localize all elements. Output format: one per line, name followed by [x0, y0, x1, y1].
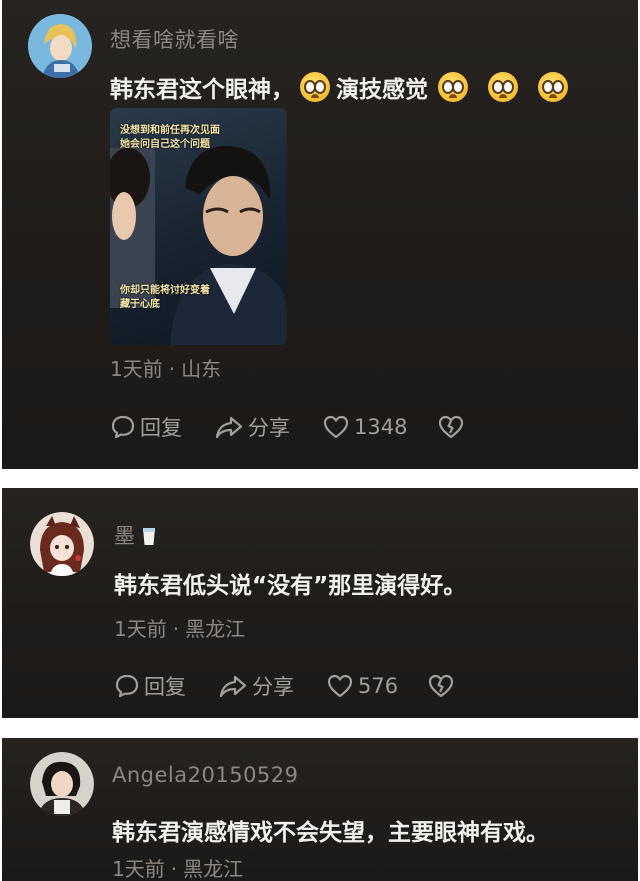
- video-subtitle-line: 藏于心底: [120, 299, 160, 310]
- share-arrow-icon: [219, 675, 247, 698]
- comment-meta: 1天前 · 山东: [110, 353, 221, 382]
- location: 黑龙江: [183, 857, 244, 881]
- avatar[interactable]: [30, 512, 94, 576]
- comment-actions: 回复 分享 1348: [2, 407, 638, 447]
- video-caption-line: 她会问自己这个问题: [120, 139, 210, 150]
- comment-actions: 回复 分享 576: [2, 666, 638, 706]
- timestamp: 1天前: [112, 857, 165, 881]
- comment-card: Angela20150529 韩东君演感情戏不会失望，主要眼神有戏。 1天前 · 黑…: [2, 738, 638, 881]
- avatar[interactable]: [28, 14, 92, 78]
- comment-text: 韩东君低头说“没有”那里演得好。: [114, 573, 467, 599]
- reply-button[interactable]: 回复: [110, 407, 182, 447]
- pleading-face-emoji-icon: [488, 72, 518, 102]
- heart-icon: [327, 674, 353, 698]
- like-button[interactable]: 576: [326, 666, 398, 706]
- video-subtitle-line: 你却只能将讨好变着: [120, 285, 210, 296]
- video-thumbnail[interactable]: 没想到和前任再次见面 她会问自己这个问题 你却只能将讨好变着 藏于心底: [110, 108, 287, 345]
- comment-text: 韩东君这个眼神， 演技感觉: [110, 70, 574, 104]
- username[interactable]: 想看啥就看啥: [110, 24, 239, 54]
- like-count: 576: [358, 674, 399, 698]
- username[interactable]: Angela20150529: [112, 763, 299, 787]
- comment-meta: 1天前 · 黑龙江: [112, 853, 243, 881]
- avatar[interactable]: [30, 752, 94, 816]
- reply-label: 回复: [140, 416, 182, 440]
- separator-dot: ·: [172, 617, 180, 641]
- reply-button[interactable]: 回复: [114, 666, 186, 706]
- reply-label: 回复: [144, 675, 186, 699]
- video-caption-line: 没想到和前任再次见面: [120, 125, 220, 136]
- location: 山东: [181, 357, 222, 381]
- video-caption: 没想到和前任再次见面 她会问自己这个问题: [120, 124, 279, 152]
- comment-bubble-icon: [111, 415, 135, 439]
- share-arrow-icon: [215, 416, 243, 439]
- like-count: 1348: [354, 415, 408, 439]
- dislike-button[interactable]: [427, 666, 459, 706]
- broken-heart-icon: [428, 674, 454, 698]
- username-text: 墨: [114, 524, 136, 548]
- share-label: 分享: [252, 675, 294, 699]
- like-button[interactable]: 1348: [322, 407, 407, 447]
- separator-dot: ·: [170, 857, 178, 881]
- comment-text-part: 演技感觉: [336, 77, 428, 103]
- dislike-button[interactable]: [437, 407, 469, 447]
- timestamp: 1天前: [110, 357, 163, 381]
- comment-card: 墨 韩东君低头说“没有”那里演得好。 1天前 · 黑龙江 回复 分享 576: [2, 488, 638, 718]
- share-button[interactable]: 分享: [218, 666, 294, 706]
- heart-icon: [323, 415, 349, 439]
- comment-card: 想看啥就看啥 韩东君这个眼神， 演技感觉 没想到和前任再次见面 她会问自己这个问题…: [2, 0, 638, 469]
- comment-text-part: 韩东君这个眼神，: [110, 77, 294, 103]
- pleading-face-emoji-icon: [300, 72, 330, 102]
- timestamp: 1天前: [114, 617, 167, 641]
- comment-text: 韩东君演感情戏不会失望，主要眼神有戏。: [112, 820, 549, 846]
- comment-meta: 1天前 · 黑龙江: [114, 613, 245, 642]
- pleading-face-emoji-icon: [438, 72, 468, 102]
- comment-bubble-icon: [115, 674, 139, 698]
- pleading-face-emoji-icon: [538, 72, 568, 102]
- share-button[interactable]: 分享: [214, 407, 290, 447]
- location: 黑龙江: [185, 617, 246, 641]
- video-subtitle: 你却只能将讨好变着 藏于心底: [120, 284, 279, 312]
- share-label: 分享: [248, 416, 290, 440]
- username[interactable]: 墨: [114, 520, 156, 550]
- cup-icon: [142, 528, 155, 545]
- separator-dot: ·: [168, 357, 176, 381]
- broken-heart-icon: [438, 415, 464, 439]
